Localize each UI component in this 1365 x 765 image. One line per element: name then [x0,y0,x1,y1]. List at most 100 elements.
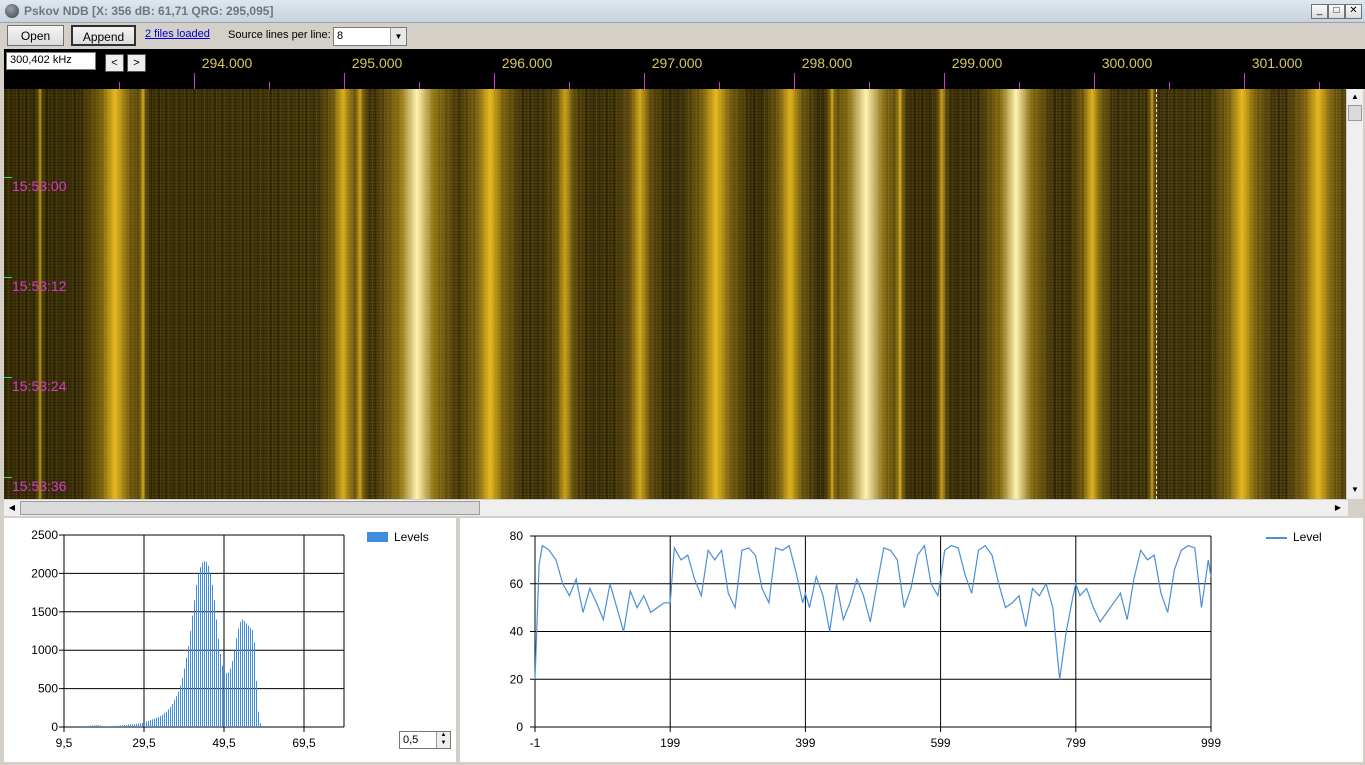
x-tick-label: 799 [1066,736,1086,750]
levels-legend-swatch [367,532,388,542]
level-legend-label: Level [1293,530,1322,544]
y-tick-label: 80 [510,529,524,543]
histogram-bar [258,711,259,727]
scale-tick-label: 294.000 [201,55,253,71]
histogram-bar [220,654,221,727]
chevron-down-icon[interactable]: ▼ [390,28,406,45]
files-loaded-link[interactable]: 2 files loaded [145,28,210,40]
next-button[interactable]: > [127,54,146,72]
histogram-bar [86,725,87,727]
histogram-bar [154,718,155,727]
scale-minor-tick [719,82,720,89]
scale-tick-label: 295.000 [351,55,403,71]
horizontal-scrollbar[interactable]: ◀ ▶ [4,499,1348,516]
scale-major-tick [1244,73,1245,89]
histogram-bar [242,619,243,727]
histogram-bar [112,725,113,727]
histogram-bar [146,721,147,727]
waterfall-display[interactable]: 15:53:00 15:53:12 15:53:24 15:53:36 [4,89,1346,499]
x-tick-label: 69,5 [292,736,316,750]
level-chart-panel: 0 20 40 60 80 -1 199 399 599 799 999 Level [460,518,1363,762]
stepper-up-icon[interactable]: ▲ [436,732,450,740]
stepper-down-icon[interactable]: ▼ [436,740,450,748]
x-tick-label: -1 [530,736,541,750]
histogram-bar [250,627,251,727]
scale-minor-tick [119,82,120,89]
histogram-bar [234,650,235,727]
histogram-bar [190,631,191,727]
x-tick-label: 49,5 [212,736,236,750]
scale-major-tick [944,73,945,89]
frequency-cursor[interactable] [1156,89,1157,499]
histogram-chart: 0 500 1000 1500 2000 2500 9,5 29,5 49,5 69,5 [31,528,345,750]
histogram-bar [138,723,139,727]
histogram-bar [158,717,159,727]
histogram-bar [254,642,255,727]
signal-trace [542,89,588,499]
signal-trace [1286,89,1346,499]
scale-minor-tick [569,82,570,89]
y-tick-label: 1000 [31,643,58,657]
y-tick-label: 20 [510,672,524,686]
prev-button[interactable]: < [105,54,124,72]
histogram-bar [124,725,125,727]
signal-trace [375,89,459,499]
open-button[interactable]: Open [7,25,64,46]
histogram-bar [208,565,209,727]
histogram-bar [172,703,173,727]
scroll-right-icon[interactable]: ▶ [1331,501,1345,515]
source-lines-select[interactable]: 8 ▼ [333,27,407,46]
histogram-bar [156,717,157,727]
scroll-down-icon[interactable]: ▼ [1348,483,1362,497]
histogram-bar [160,715,161,727]
histogram-bar [150,720,151,727]
horizontal-scroll-thumb[interactable] [20,501,480,515]
histogram-bar [204,561,205,727]
histogram-bar [218,638,219,727]
x-tick-label: 399 [795,736,815,750]
signal-trace [977,89,1055,499]
scale-major-tick [794,73,795,89]
scroll-left-icon[interactable]: ◀ [5,501,19,515]
histogram-bar [228,672,229,727]
histogram-bar [202,562,203,727]
app-icon [5,4,19,18]
histogram-bar [92,725,93,727]
level-legend-swatch [1266,537,1287,539]
histogram-bar [94,725,95,727]
histogram-bar [132,724,133,727]
y-tick-label: 2000 [31,566,58,580]
histogram-bar [248,625,249,727]
vertical-scrollbar[interactable]: ▲ ▼ [1346,89,1363,499]
histogram-bar [240,621,241,727]
scale-tick-label: 298.000 [801,55,853,71]
vertical-scroll-thumb[interactable] [1348,105,1362,121]
histogram-bar [96,725,97,727]
histogram-panel: 0 500 1000 1500 2000 2500 9,5 29,5 49,5 69,5 Leve… [4,518,456,762]
histogram-bar [100,725,101,727]
close-button[interactable]: ✕ [1345,4,1362,19]
x-tick-label: 199 [660,736,680,750]
histogram-bar [182,677,183,727]
scale-tick-label: 296.000 [501,55,553,71]
y-tick-label: 0 [516,720,523,734]
minimize-button[interactable]: _ [1311,4,1328,19]
histogram-bar [164,713,165,727]
histogram-bar [176,696,177,727]
histogram-bar [212,584,213,727]
time-label: 15:53:12 [12,278,67,294]
scale-tick-label: 297.000 [651,55,703,71]
maximize-button[interactable]: □ [1328,4,1345,19]
histogram-bar [216,619,217,727]
histogram-bar [174,700,175,727]
levels-legend-label: Levels [394,530,429,544]
scroll-up-icon[interactable]: ▲ [1348,90,1362,104]
histogram-bar [170,707,171,727]
frequency-field[interactable]: 300,402 kHz [6,52,96,70]
append-button[interactable]: Append [71,25,136,46]
histogram-bar [238,628,239,727]
scale-minor-tick [269,82,270,89]
histogram-bar [222,665,223,727]
title-bar: Pskov NDB [X: 356 dB: 61,71 QRG: 295,095… [0,0,1365,23]
bin-width-stepper[interactable]: 0,5 ▲ ▼ [399,731,451,749]
